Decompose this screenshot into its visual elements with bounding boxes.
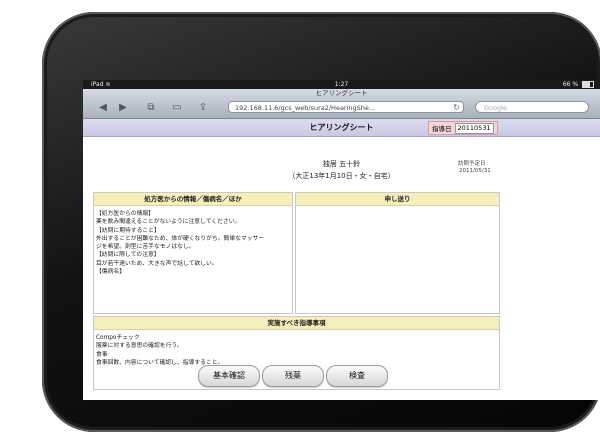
guidance-date: 指導日 20110531 [428, 121, 498, 135]
handover-panel-title: 申し送り [296, 193, 499, 206]
guidance-date-label: 指導日 [432, 125, 452, 133]
search-input[interactable]: Google [475, 101, 589, 113]
schedule-date: 2011/05/31 [459, 168, 491, 174]
share-icon[interactable]: ⇪ [197, 102, 209, 114]
browser-toolbar: ◀ ▶ ⧉ ▭ ⇪ 192.168.11.6/gcs_web/sura2/Hea… [83, 98, 600, 119]
patient-name: 独居 五十鈴 [322, 160, 361, 168]
reload-icon[interactable]: ↻ [453, 102, 460, 114]
status-bar: iPad ≋ 1:27 66 % [83, 80, 600, 89]
patient-info: （大正13年1月10日・女・自宅） [288, 172, 395, 180]
web-page: ヒアリングシート 指導日 20110531 独居 五十鈴 （大正13年1月10日… [83, 119, 600, 400]
handover-panel: 申し送り [295, 192, 500, 314]
prescriber-panel: 処方医からの情報／傷病名／ほか 【処方医からの情報】 薬を飲み間違えることがない… [93, 192, 293, 314]
sheet-title: ヒアリングシート [309, 123, 374, 132]
handover-panel-body[interactable] [296, 206, 499, 214]
sheet-header: ヒアリングシート 指導日 20110531 [83, 119, 600, 137]
url-text: 192.168.11.6/gcs_web/sura2/HearingShe... [235, 104, 376, 112]
forward-arrow-icon[interactable]: ▶ [117, 102, 129, 114]
prescriber-panel-body[interactable]: 【処方医からの情報】 薬を飲み間違えることがないように注意してください。 【訪問… [94, 206, 292, 280]
test-button[interactable]: 検査 [326, 365, 388, 387]
leftover-button[interactable]: 残薬 [262, 365, 324, 387]
battery-percent: 66 % [562, 81, 579, 88]
bookmarks-icon[interactable]: ▭ [171, 102, 183, 114]
browser-page-title: ヒアリングシート [83, 89, 600, 98]
ipad-screen: iPad ≋ 1:27 66 % ヒアリングシート ◀ ▶ ⧉ ▭ ⇪ 192.… [83, 80, 600, 400]
prescriber-panel-title: 処方医からの情報／傷病名／ほか [94, 193, 292, 206]
battery-icon [582, 81, 594, 88]
back-arrow-icon[interactable]: ◀ [97, 102, 109, 114]
schedule-label: 訪問予定日 [458, 161, 486, 167]
status-time: 1:27 [334, 81, 349, 88]
tabs-icon[interactable]: ⧉ [145, 102, 157, 114]
guidance-panel-title: 実施すべき指導事項 [94, 317, 499, 330]
guidance-date-field[interactable]: 20110531 [454, 122, 494, 134]
basic-check-button[interactable]: 基本確認 [198, 365, 260, 387]
url-field[interactable]: 192.168.11.6/gcs_web/sura2/HearingShe...… [228, 101, 464, 113]
